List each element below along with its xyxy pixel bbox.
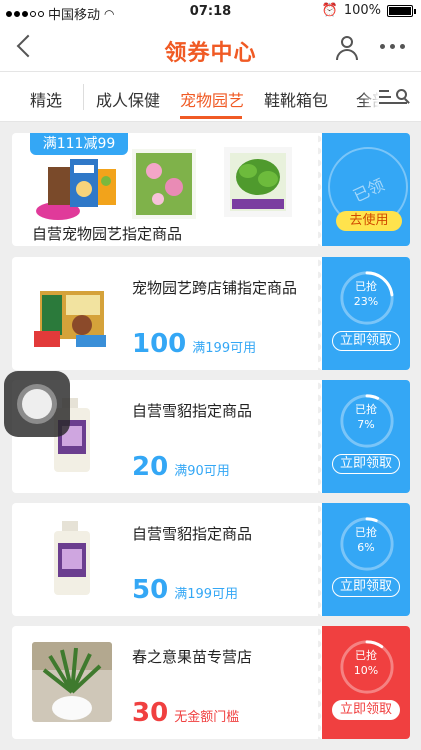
tab-shoes-bags[interactable]: 鞋靴箱包 <box>264 87 328 111</box>
stamp-label: 已领 <box>350 174 388 206</box>
coupon-amount: 50 <box>132 575 169 605</box>
coupon-action-panel: 已抢 7% 立即领取 <box>318 380 410 493</box>
progress-status: 已抢 <box>355 526 377 539</box>
alarm-icon: ⏰ <box>321 3 338 18</box>
progress-status: 已抢 <box>355 280 377 293</box>
coupon-value: 30 无金额门槛 <box>132 698 239 728</box>
claim-button[interactable]: 立即领取 <box>332 454 400 474</box>
coupon-card[interactable]: 自营雪貂指定商品 20 满90可用 已抢 7% 立即领取 <box>12 380 410 493</box>
assistive-touch-dot <box>22 389 52 419</box>
progress-percent: 6% <box>357 541 375 554</box>
coupon-value: 100 满199可用 <box>132 329 256 359</box>
coupon-action-panel: 已抢 10% 立即领取 <box>318 626 410 739</box>
tab-pet-garden[interactable]: 宠物园艺 <box>180 87 244 111</box>
coupon-card[interactable]: 宠物园艺跨店铺指定商品 100 满199可用 已抢 23% 立即领取 <box>12 257 410 370</box>
coupon-body: 春之意果苗专营店 30 无金额门槛 <box>12 626 322 739</box>
coupon-body: 宠物园艺跨店铺指定商品 100 满199可用 <box>12 257 322 370</box>
claim-button[interactable]: 立即领取 <box>332 331 400 351</box>
coupon-body: 满111减99 自营宠物园艺指定商品 <box>12 133 322 246</box>
battery-icon <box>387 4 416 17</box>
coupon-amount: 20 <box>132 452 169 482</box>
claim-button[interactable]: 立即领取 <box>332 700 400 720</box>
coupon-action-panel: 已抢 6% 立即领取 <box>318 503 410 616</box>
status-bar: 中国移动 ◠ 07:18 ⏰ 100% <box>0 0 421 24</box>
coupon-product-name: 自营雪貂指定商品 <box>132 525 253 543</box>
progress-percent: 7% <box>357 418 375 431</box>
coupon-product-name: 自营雪貂指定商品 <box>132 402 253 420</box>
category-tabs: 精选 成人保健 宠物园艺 鞋靴箱包 全部 <box>0 72 421 122</box>
potted-plant-image <box>32 642 112 722</box>
status-right: ⏰ 100% <box>321 3 416 18</box>
progress-text: 已抢 23% <box>322 279 410 309</box>
battery-label: 100% <box>343 3 381 18</box>
tab-divider <box>83 84 84 110</box>
coupon-amount: 30 <box>132 698 169 728</box>
coupon-condition: 满90可用 <box>174 464 230 479</box>
pet-food-image <box>34 155 118 221</box>
progress-percent: 23% <box>353 295 379 308</box>
progress-text: 已抢 10% <box>322 648 410 678</box>
category-filter-icon[interactable] <box>379 87 409 107</box>
coupon-condition: 满199可用 <box>174 587 239 602</box>
vegetable-seed-image <box>224 147 292 217</box>
tab-adult-health[interactable]: 成人保健 <box>96 87 160 111</box>
progress-text: 已抢 7% <box>322 402 410 432</box>
coupon-store: 自营宠物园艺指定商品 <box>32 225 183 243</box>
coupon-amount: 100 <box>132 329 187 359</box>
coupon-card[interactable]: 春之意果苗专营店 30 无金额门槛 已抢 10% 立即领取 <box>12 626 410 739</box>
coupon-body: 自营雪貂指定商品 50 满199可用 <box>12 503 322 616</box>
coupon-action-panel: 已抢 23% 立即领取 <box>318 257 410 370</box>
coupon-product-name: 宠物园艺跨店铺指定商品 <box>132 279 298 297</box>
progress-percent: 10% <box>353 664 379 677</box>
progress-text: 已抢 6% <box>322 525 410 555</box>
coupon-card[interactable]: 自营雪貂指定商品 50 满199可用 已抢 6% 立即领取 <box>12 503 410 616</box>
ferret-shampoo-image <box>32 519 112 599</box>
tab-featured[interactable]: 精选 <box>30 87 62 111</box>
active-tab-indicator <box>180 116 242 119</box>
coupon-badge: 满111减99 <box>30 133 128 155</box>
coupon-value: 20 满90可用 <box>132 452 230 482</box>
claim-button[interactable]: 立即领取 <box>332 577 400 597</box>
progress-status: 已抢 <box>355 649 377 662</box>
assistive-touch-button[interactable] <box>4 371 70 437</box>
more-icon[interactable] <box>380 44 405 49</box>
coupon-condition: 无金额门槛 <box>174 710 240 725</box>
use-coupon-button[interactable]: 去使用 <box>336 211 402 231</box>
progress-status: 已抢 <box>355 403 377 416</box>
pet-gift-box-image <box>32 273 112 353</box>
coupon-value: 50 满199可用 <box>132 575 238 605</box>
coupon-product-name: 春之意果苗专营店 <box>132 648 253 666</box>
nav-bar: 领券中心 <box>0 24 421 72</box>
user-icon[interactable] <box>335 35 359 61</box>
coupon-card[interactable]: 满111减99 自营宠物园艺指定商品 已领 去使用 <box>12 133 410 246</box>
flower-seed-image <box>132 149 196 219</box>
coupon-action-panel: 已领 去使用 <box>318 133 410 246</box>
coupon-condition: 满199可用 <box>192 341 257 356</box>
